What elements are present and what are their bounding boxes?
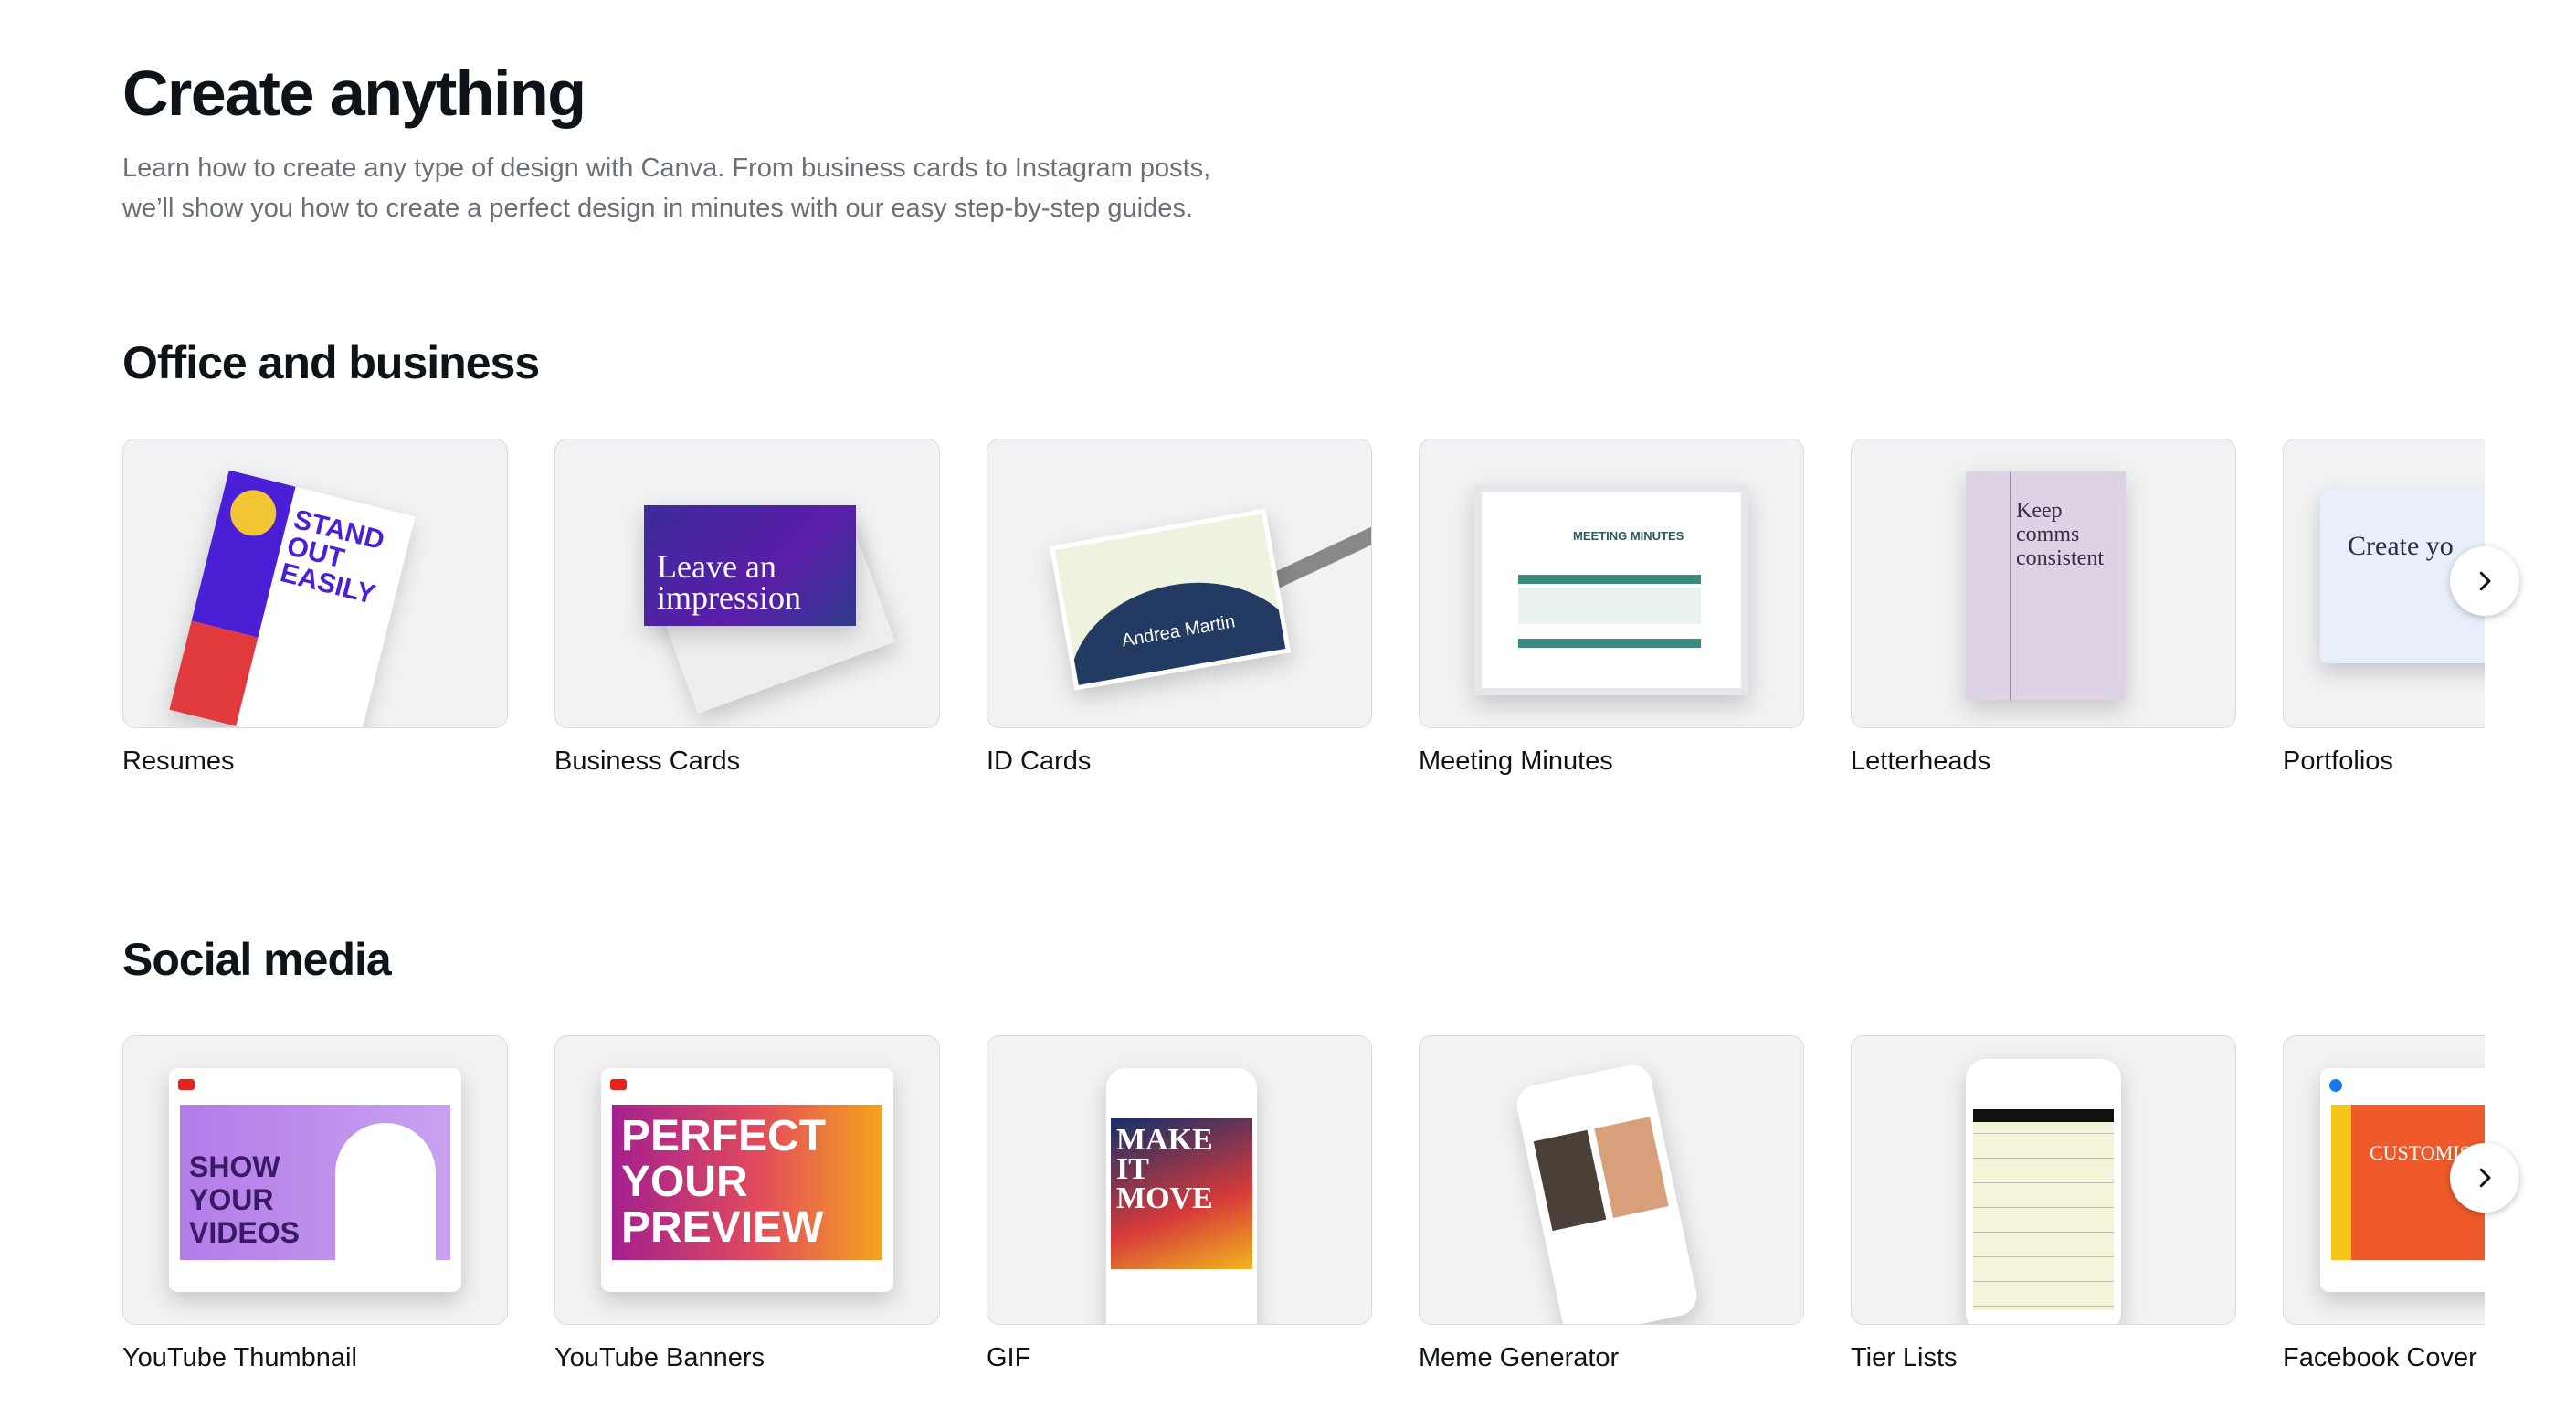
thumb-text: Leave an impression (657, 548, 801, 616)
card-label: Resumes (122, 747, 235, 776)
card-business-cards[interactable]: Leave an impression Business Cards (554, 439, 940, 777)
card-resumes[interactable]: STAND OUT EASILY Resumes (122, 439, 508, 777)
card-meeting-minutes[interactable]: MEETING MINUTES Meeting Minutes (1419, 439, 1804, 777)
thumbnail: MEETING MINUTES (1419, 439, 1804, 728)
card-meme-generator[interactable]: Meme Generator (1419, 1035, 1804, 1373)
card-portfolios[interactable]: Create yo Portfolios (2283, 439, 2485, 777)
card-label: GIF (987, 1343, 1031, 1372)
thumb-text: STAND OUT EASILY (277, 503, 388, 610)
thumbnail: PERFECT YOUR PREVIEW (554, 1035, 940, 1325)
thumb-text: Keep comms consistent (2016, 499, 2104, 570)
thumbnail (1419, 1035, 1804, 1325)
card-label: Business Cards (554, 747, 741, 776)
thumb-text: MAKE IT MOVE (1116, 1123, 1213, 1215)
thumbnail: STAND OUT EASILY (122, 439, 508, 728)
card-label: YouTube Banners (554, 1343, 765, 1372)
thumb-text: Create yo (2348, 531, 2454, 561)
card-label: Meeting Minutes (1419, 747, 1613, 776)
card-label: Letterheads (1851, 747, 1991, 776)
thumbnail: Keep comms consistent (1851, 439, 2236, 728)
card-gif[interactable]: MAKE IT MOVE GIF (987, 1035, 1372, 1373)
card-label: ID Cards (987, 747, 1092, 776)
thumbnail: MAKE IT MOVE (987, 1035, 1372, 1325)
card-youtube-banners[interactable]: PERFECT YOUR PREVIEW YouTube Banners (554, 1035, 940, 1373)
page-intro: Learn how to create any type of design w… (122, 148, 1401, 228)
thumbnail: Andrea Martin (987, 439, 1372, 728)
chevron-right-icon (2479, 1168, 2491, 1188)
card-facebook-cover[interactable]: CUSTOMISE YO Facebook Cover (2283, 1035, 2485, 1373)
card-label: Tier Lists (1851, 1343, 1958, 1372)
social-next-button[interactable] (2450, 1143, 2519, 1213)
section-title-office: Office and business (122, 337, 540, 388)
card-letterheads[interactable]: Keep comms consistent Letterheads (1851, 439, 2236, 777)
thumbnail: Leave an impression (554, 439, 940, 728)
card-label: Portfolios (2283, 747, 2393, 776)
page-title: Create anything (122, 58, 586, 129)
card-id-cards[interactable]: Andrea Martin ID Cards (987, 439, 1372, 777)
thumb-text: SHOW YOUR VIDEOS (189, 1150, 300, 1249)
office-carousel: STAND OUT EASILY Resumes Leave an impres… (122, 439, 2485, 822)
thumb-text: PERFECT YOUR PREVIEW (621, 1112, 827, 1252)
thumbnail (1851, 1035, 2236, 1325)
thumbnail: SHOW YOUR VIDEOS (122, 1035, 508, 1325)
card-label: Meme Generator (1419, 1343, 1620, 1372)
card-youtube-thumbnail[interactable]: SHOW YOUR VIDEOS YouTube Thumbnail (122, 1035, 508, 1373)
card-label: YouTube Thumbnail (122, 1343, 357, 1372)
intro-line-2: we’ll show you how to create a perfect d… (122, 194, 1193, 223)
card-label: Facebook Cover (2283, 1343, 2477, 1372)
thumb-text: MEETING MINUTES (1573, 529, 1684, 543)
office-next-button[interactable] (2450, 546, 2519, 616)
chevron-right-icon (2479, 571, 2491, 591)
social-carousel: SHOW YOUR VIDEOS YouTube Thumbnail PERFE… (122, 1035, 2485, 1419)
section-title-social: Social media (122, 934, 392, 985)
card-tier-lists[interactable]: Tier Lists (1851, 1035, 2236, 1373)
intro-line-1: Learn how to create any type of design w… (122, 154, 1211, 183)
